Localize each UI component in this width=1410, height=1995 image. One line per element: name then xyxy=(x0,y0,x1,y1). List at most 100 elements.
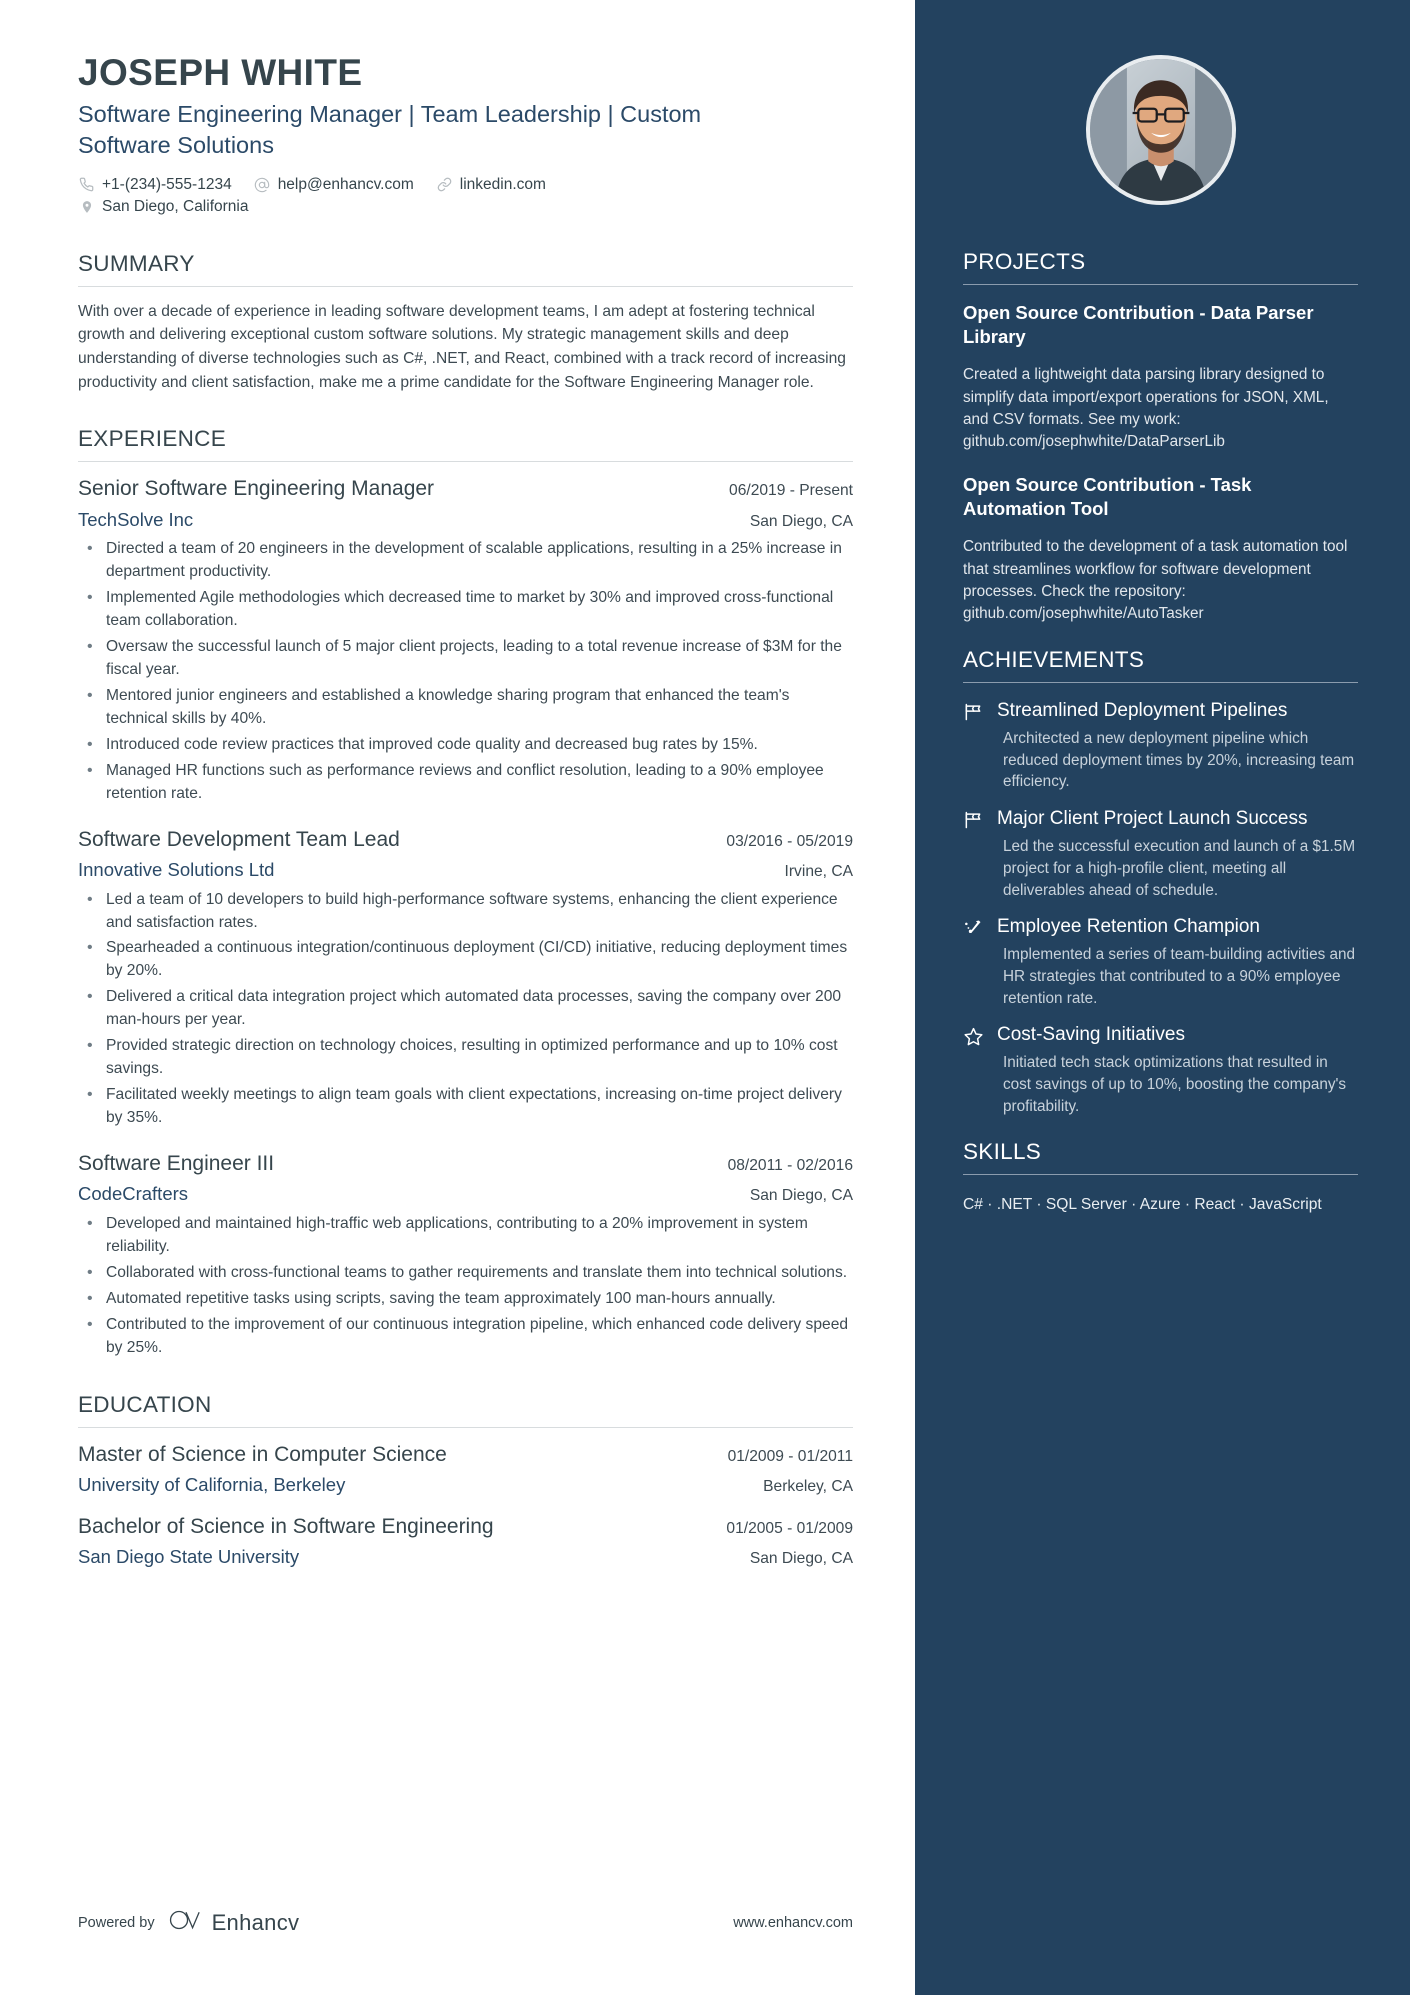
divider xyxy=(963,1174,1358,1176)
divider xyxy=(78,1426,853,1428)
achievement-description: Led the successful execution and launch … xyxy=(1003,838,1356,899)
project-description: Contributed to the development of a task… xyxy=(963,538,1348,622)
job-bullet: Delivered a critical data integration pr… xyxy=(78,985,853,1032)
education-school: University of California, Berkeley xyxy=(78,1473,346,1495)
achievement-title: Employee Retention Champion xyxy=(997,916,1260,938)
powered-by-label: Powered by xyxy=(78,1914,155,1931)
education-degree: Bachelor of Science in Software Engineer… xyxy=(78,1514,494,1538)
contact-linkedin-text: linkedin.com xyxy=(459,175,546,193)
achievement-body: Cost-Saving Initiatives Initiated tech st… xyxy=(997,1023,1358,1117)
education-degree: Master of Science in Computer Science xyxy=(78,1442,447,1466)
contact-row-primary: +1-(234)-555-1234 help@enhancv.com linke… xyxy=(78,174,853,196)
project-entry: Open Source Contribution - Task Automati… xyxy=(963,473,1358,625)
avatar-photo xyxy=(1089,59,1232,201)
sidebar: PROJECTS Open Source Contribution - Data… xyxy=(915,0,1410,1995)
experience-heading: EXPERIENCE xyxy=(78,426,227,452)
job-bullet: Provided strategic direction on technolo… xyxy=(78,1034,853,1081)
achievement-body: Major Client Project Launch Success Led t… xyxy=(997,807,1358,901)
headline: Software Engineering Manager | Team Lead… xyxy=(78,101,702,158)
main-column: JOSEPH WHITE Software Engineering Manage… xyxy=(0,0,915,1995)
education-dates: 01/2009 - 01/2011 xyxy=(727,1447,853,1465)
achievement-description: Architected a new deployment pipeline wh… xyxy=(1003,730,1355,791)
job-company: Innovative Solutions Ltd xyxy=(78,858,275,880)
footer-url[interactable]: www.enhancv.com xyxy=(733,1915,853,1931)
job-bullet: Mentored junior engineers and establishe… xyxy=(78,684,853,731)
job-bullet: Implemented Agile methodologies which de… xyxy=(78,586,853,633)
location-pin-icon xyxy=(78,199,95,216)
job-title: Senior Software Engineering Manager xyxy=(78,477,435,501)
rocket-icon xyxy=(963,915,985,1009)
contact-phone: +1-(234)-555-1234 xyxy=(78,174,232,196)
experience-entry: Software Development Team Lead 03/2016 - … xyxy=(78,826,853,1130)
education-dates: 01/2005 - 01/2009 xyxy=(726,1519,853,1537)
contact-email: help@enhancv.com xyxy=(254,174,414,196)
job-bullet: Led a team of 10 developers to build hig… xyxy=(78,888,853,935)
experience-list: Senior Software Engineering Manager 06/20… xyxy=(78,475,853,1359)
divider xyxy=(963,284,1358,285)
achievement-description: Initiated tech stack optimizations that … xyxy=(1003,1054,1347,1115)
enhancv-brand-name: Enhancv xyxy=(211,1909,300,1935)
powered-by: Powered by Enhancv xyxy=(78,1908,299,1937)
achievement-entry: Streamlined Deployment Pipelines Architec… xyxy=(963,699,1358,793)
flag-icon xyxy=(963,699,985,793)
experience-entry-header: Software Development Team Lead 03/2016 - … xyxy=(78,826,853,853)
contact-location-text: San Diego, California xyxy=(102,198,249,216)
job-bullet: Spearheaded a continuous integration/con… xyxy=(78,936,853,983)
achievement-title: Major Client Project Launch Success xyxy=(997,808,1308,830)
job-location: Irvine, CA xyxy=(784,862,853,880)
experience-entry: Software Engineer III 08/2011 - 02/2016 Co… xyxy=(78,1150,853,1360)
skills-section: SKILLS C# · .NET · SQL Server · Azure · … xyxy=(963,1139,1358,1220)
job-bullet: Introduced code review practices that im… xyxy=(78,733,853,757)
achievement-entry: Cost-Saving Initiatives Initiated tech st… xyxy=(963,1023,1358,1117)
email-icon xyxy=(254,176,271,193)
job-bullet: Managed HR functions such as performance… xyxy=(78,759,853,806)
achievement-title: Streamlined Deployment Pipelines xyxy=(997,700,1288,722)
project-entry: Open Source Contribution - Data Parser L… xyxy=(963,301,1358,453)
projects-heading: PROJECTS xyxy=(963,249,1086,274)
education-entry: Master of Science in Computer Science 01/… xyxy=(78,1441,853,1499)
job-location: San Diego, CA xyxy=(749,512,853,530)
contact-email-text: help@enhancv.com xyxy=(277,175,414,193)
experience-entry: Senior Software Engineering Manager 06/20… xyxy=(78,475,853,805)
experience-entry-subheader: CodeCrafters San Diego, CA xyxy=(78,1177,853,1208)
job-bullet: Directed a team of 20 engineers in the d… xyxy=(78,537,853,584)
achievement-title: Cost-Saving Initiatives xyxy=(997,1024,1185,1046)
experience-entry-header: Software Engineer III 08/2011 - 02/2016 xyxy=(78,1150,853,1177)
education-school: San Diego State University xyxy=(78,1545,300,1567)
contact-location: San Diego, California xyxy=(78,196,248,218)
project-title: Open Source Contribution - Data Parser L… xyxy=(963,302,1314,347)
education-entry: Bachelor of Science in Software Engineer… xyxy=(78,1513,853,1571)
footer: Powered by Enhancv www.enhancv.com xyxy=(78,1908,853,1937)
link-icon xyxy=(436,176,453,193)
achievement-description: Implemented a series of team-building ac… xyxy=(1003,946,1356,1007)
contact-linkedin[interactable]: linkedin.com xyxy=(436,174,546,196)
flag-icon xyxy=(963,807,985,901)
achievement-entry: Major Client Project Launch Success Led t… xyxy=(963,807,1358,901)
experience-entry-subheader: Innovative Solutions Ltd Irvine, CA xyxy=(78,853,853,884)
job-bullet: Developed and maintained high-traffic we… xyxy=(78,1212,853,1259)
skills-heading: SKILLS xyxy=(963,1139,1042,1165)
job-company: CodeCrafters xyxy=(78,1183,189,1205)
job-dates: 08/2011 - 02/2016 xyxy=(727,1156,853,1174)
job-dates: 03/2016 - 05/2019 xyxy=(726,832,853,850)
job-bullet: Automated repetitive tasks using scripts… xyxy=(78,1287,853,1311)
projects-section: PROJECTS Open Source Contribution - Data… xyxy=(963,249,1358,625)
phone-icon xyxy=(78,176,95,193)
enhancv-brand: Enhancv xyxy=(169,1908,300,1937)
experience-section: EXPERIENCE Senior Software Engineering M… xyxy=(78,426,853,1359)
contact-info: +1-(234)-555-1234 help@enhancv.com linke… xyxy=(78,174,853,219)
project-description: Created a lightweight data parsing libra… xyxy=(963,366,1329,450)
project-title: Open Source Contribution - Task Automati… xyxy=(963,474,1252,519)
job-bullet-list: Developed and maintained high-traffic we… xyxy=(78,1212,853,1360)
achievements-list: Streamlined Deployment Pipelines Architec… xyxy=(963,699,1358,1117)
job-location: San Diego, CA xyxy=(749,1187,853,1205)
page-title: JOSEPH WHITE xyxy=(78,52,363,93)
achievement-body: Streamlined Deployment Pipelines Architec… xyxy=(997,699,1358,793)
divider xyxy=(963,682,1358,684)
education-location: San Diego, CA xyxy=(749,1549,853,1567)
job-title: Software Engineer III xyxy=(78,1151,275,1175)
divider xyxy=(78,285,853,287)
contact-row-location: San Diego, California xyxy=(78,196,853,218)
skills-list: C# · .NET · SQL Server · Azure · React ·… xyxy=(963,1196,1322,1214)
education-section: EDUCATION Master of Science in Computer … xyxy=(78,1392,853,1571)
